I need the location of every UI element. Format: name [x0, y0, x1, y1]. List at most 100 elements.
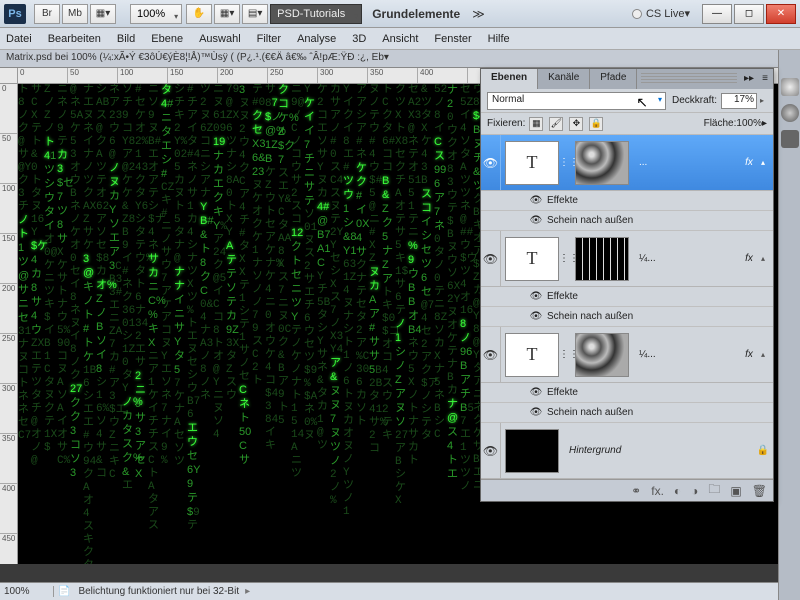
- opacity-slider-toggle[interactable]: ▸: [757, 96, 767, 105]
- fx-effects-label[interactable]: Effekte: [543, 195, 578, 206]
- dock-icon-3[interactable]: [781, 130, 799, 148]
- layer-thumbnail[interactable]: T: [505, 237, 559, 281]
- new-group-icon[interactable]: 🗀: [708, 480, 720, 501]
- lock-move-icon[interactable]: ✥: [569, 117, 583, 131]
- visibility-toggle[interactable]: 👁: [481, 231, 501, 286]
- layer-thumbnail[interactable]: T: [505, 333, 559, 377]
- layer-mask-thumbnail[interactable]: [575, 237, 629, 281]
- fill-input[interactable]: 100%: [736, 118, 762, 129]
- minibridge-button[interactable]: Mb: [62, 4, 88, 24]
- layer-thumbnail[interactable]: T: [505, 141, 559, 185]
- layer-name[interactable]: ¼...: [633, 349, 737, 360]
- workspace-more[interactable]: ≫: [472, 7, 485, 21]
- layer-row-2[interactable]: 👁 T ⋮⋮ ¼... fx ▴: [481, 231, 773, 287]
- dock-icon-2[interactable]: [781, 104, 799, 122]
- link-layers-icon[interactable]: ⚭: [631, 484, 641, 498]
- layer-thumbnail[interactable]: [505, 429, 559, 473]
- new-layer-icon[interactable]: ▣: [730, 484, 741, 498]
- menu-filter[interactable]: Filter: [257, 33, 281, 45]
- status-bar: 100% 📄 Belichtung funktioniert nur bei 3…: [0, 582, 778, 600]
- visibility-toggle[interactable]: 👁: [481, 135, 501, 190]
- menu-hilfe[interactable]: Hilfe: [488, 33, 510, 45]
- fx-outer-glow[interactable]: Schein nach außen: [543, 215, 633, 226]
- layers-panel: Ebenen Kanäle Pfade ▸▸ ≡ Normal Deckkraf…: [480, 68, 774, 502]
- menu-ebene[interactable]: Ebene: [151, 33, 183, 45]
- blend-mode-select[interactable]: Normal: [487, 92, 666, 110]
- maximize-button[interactable]: ◻: [734, 4, 764, 24]
- fill-slider-toggle[interactable]: ▸: [762, 118, 767, 129]
- panel-menu[interactable]: ≡: [757, 69, 773, 89]
- visibility-toggle[interactable]: 👁: [481, 327, 501, 382]
- layer-fx-badge[interactable]: fx: [737, 349, 761, 360]
- layer-name[interactable]: ...: [633, 157, 737, 168]
- mask-link-icon[interactable]: ⋮⋮: [563, 254, 575, 264]
- lock-icon: 🔒: [753, 445, 773, 456]
- panel-footer: ⚭ fx. ◐ ◑ 🗀 ▣ 🗑: [481, 479, 773, 501]
- new-adjustment-icon[interactable]: ◑: [691, 484, 698, 498]
- fx-effects-label[interactable]: Effekte: [543, 387, 578, 398]
- fx-outer-glow[interactable]: Schein nach außen: [543, 407, 633, 418]
- layer-name[interactable]: Hintergrund: [563, 445, 753, 456]
- menu-bearbeiten[interactable]: Bearbeiten: [48, 33, 101, 45]
- menu-bild[interactable]: Bild: [117, 33, 135, 45]
- fx-effects-label[interactable]: Effekte: [543, 291, 578, 302]
- menu-auswahl[interactable]: Auswahl: [199, 33, 241, 45]
- zoom-select[interactable]: 100%: [130, 4, 182, 24]
- delete-layer-icon[interactable]: 🗑: [752, 484, 767, 498]
- photoshop-icon: Ps: [4, 4, 26, 24]
- layer-row-3[interactable]: 👁 T ⋮⋮ ¼... fx ▴: [481, 327, 773, 383]
- visibility-toggle[interactable]: 👁: [481, 423, 501, 478]
- fx-collapse-arrow[interactable]: ▴: [761, 254, 773, 263]
- document-tab[interactable]: Matrix.psd bei 100% (¼:xÃ•Ý €3ôÚ€ýÈ8¦!Å)…: [0, 50, 778, 68]
- mask-link-icon[interactable]: ⋮⋮: [563, 158, 575, 168]
- add-mask-icon[interactable]: ◐: [674, 484, 681, 498]
- tab-kanale[interactable]: Kanäle: [538, 69, 590, 89]
- menu-datei[interactable]: Datei: [6, 33, 32, 45]
- layer-name[interactable]: ¼...: [633, 253, 737, 264]
- menu-analyse[interactable]: Analyse: [297, 33, 336, 45]
- lock-all-icon[interactable]: 🔒: [589, 117, 603, 131]
- opacity-label: Deckkraft:: [672, 95, 717, 106]
- status-message: Belichtung funktioniert nur bei 32-Bit: [70, 586, 239, 597]
- layer-row-background[interactable]: 👁 Hintergrund 🔒: [481, 423, 773, 479]
- menu-fenster[interactable]: Fenster: [434, 33, 471, 45]
- cs-live-label: CS Live: [646, 8, 685, 20]
- opacity-input[interactable]: 17%: [721, 93, 757, 109]
- ruler-corner: [0, 68, 18, 84]
- add-fx-icon[interactable]: fx.: [651, 484, 664, 498]
- fill-label: Fläche:: [704, 118, 737, 129]
- title-bar: Ps Br Mb ▦▾ 100% ✋ ▦▾ ▤▾ PSD-Tutorials G…: [0, 0, 800, 28]
- fx-collapse-arrow[interactable]: ▴: [761, 350, 773, 359]
- status-zoom[interactable]: 100%: [4, 586, 54, 597]
- lock-label: Fixieren:: [487, 118, 525, 129]
- menu-3d[interactable]: 3D: [352, 33, 366, 45]
- layer-fx-badge[interactable]: fx: [737, 157, 761, 168]
- fx-collapse-arrow[interactable]: ▴: [761, 158, 773, 167]
- screen-mode-button[interactable]: ▦▾: [90, 4, 116, 24]
- workspace-psd-tutorials[interactable]: PSD-Tutorials: [270, 4, 362, 24]
- hand-tool-button[interactable]: ✋: [186, 4, 212, 24]
- workspace-grundelemente[interactable]: Grundelemente: [372, 7, 460, 21]
- bridge-button[interactable]: Br: [34, 4, 60, 24]
- fx-outer-glow[interactable]: Schein nach außen: [543, 311, 633, 322]
- panel-collapse[interactable]: ▸▸: [741, 69, 757, 89]
- arrange-button[interactable]: ▦▾: [214, 4, 240, 24]
- layer-fx-badge[interactable]: fx: [737, 253, 761, 264]
- menu-ansicht[interactable]: Ansicht: [382, 33, 418, 45]
- lock-paint-icon[interactable]: 🖌: [549, 117, 563, 131]
- layer-mask-thumbnail[interactable]: [575, 333, 629, 377]
- mask-link-icon[interactable]: ⋮⋮: [563, 350, 575, 360]
- grid-button[interactable]: ▤▾: [242, 4, 268, 24]
- cs-live-button[interactable]: CS Live ▾: [632, 7, 690, 20]
- lock-transparent-icon[interactable]: ▦: [529, 117, 543, 131]
- tab-pfade[interactable]: Pfade: [590, 69, 637, 89]
- menu-bar: Datei Bearbeiten Bild Ebene Auswahl Filt…: [0, 28, 800, 50]
- layer-row-1[interactable]: 👁 T ⋮⋮ ... fx ▴: [481, 135, 773, 191]
- minimize-button[interactable]: —: [702, 4, 732, 24]
- dock-icon-1[interactable]: [781, 78, 799, 96]
- panel-grip[interactable]: [641, 73, 737, 85]
- layer-mask-thumbnail[interactable]: [575, 141, 629, 185]
- right-dock: [778, 50, 800, 600]
- close-button[interactable]: ✕: [766, 4, 796, 24]
- tab-ebenen[interactable]: Ebenen: [481, 69, 538, 89]
